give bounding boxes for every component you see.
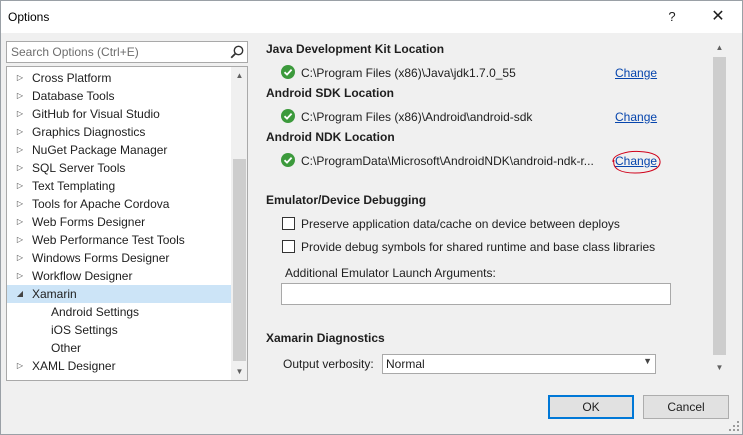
collapsed-arrow-icon[interactable]: ▷ — [15, 177, 25, 195]
tree-item-label: Database Tools — [32, 89, 115, 103]
tree-item[interactable]: ▷ Workflow Designer — [7, 267, 231, 285]
android-sdk-path: C:\Program Files (x86)\Android\android-s… — [301, 110, 533, 124]
xamarin-diagnostics-title: Xamarin Diagnostics — [266, 331, 385, 345]
tree-item-label: Graphics Diagnostics — [32, 125, 146, 139]
red-circle-annotation — [612, 150, 661, 174]
tree-item-label: Workflow Designer — [32, 269, 133, 283]
tree-item-label: Web Forms Designer — [32, 215, 146, 229]
debug-symbols-label[interactable]: Provide debug symbols for shared runtime… — [301, 240, 655, 254]
tree-item-label: Text Templating — [32, 179, 116, 193]
output-verbosity-select[interactable]: Normal ▼ — [382, 354, 656, 374]
android-ndk-title: Android NDK Location — [266, 130, 395, 144]
search-input[interactable] — [7, 42, 227, 62]
tree-item-label: Cross Platform — [32, 71, 112, 85]
collapsed-arrow-icon[interactable]: ▷ — [15, 231, 25, 249]
emulator-args-input[interactable] — [281, 283, 671, 305]
collapsed-arrow-icon[interactable]: ▷ — [15, 195, 25, 213]
tree-item[interactable]: ◢ Xamarin — [7, 285, 231, 303]
close-button[interactable]: ✕ — [701, 2, 735, 32]
collapsed-arrow-icon[interactable]: ▷ — [15, 123, 25, 141]
collapsed-arrow-icon[interactable]: ▷ — [15, 357, 25, 375]
tree-item-label: XAML Designer — [32, 359, 116, 373]
debug-symbols-checkbox[interactable] — [282, 240, 295, 253]
tree-item-label: SQL Server Tools — [32, 161, 126, 175]
tree-scrollbar[interactable]: ▲ ▼ — [231, 67, 247, 380]
settings-scrollbar[interactable]: ▲ ▼ — [711, 39, 728, 381]
tree-item-label: NuGet Package Manager — [32, 143, 168, 157]
tree-item[interactable]: ▷ Cross Platform — [7, 69, 231, 87]
tree-item[interactable]: ▷ Web Forms Designer — [7, 213, 231, 231]
help-button[interactable]: ? — [657, 2, 687, 32]
tree-item[interactable]: ▷ Database Tools — [7, 87, 231, 105]
check-icon — [281, 109, 295, 123]
tree-item-label: GitHub for Visual Studio — [32, 107, 160, 121]
collapsed-arrow-icon[interactable]: ▷ — [15, 87, 25, 105]
jdk-path: C:\Program Files (x86)\Java\jdk1.7.0_55 — [301, 66, 516, 80]
tree-item[interactable]: ▷ NuGet Package Manager — [7, 141, 231, 159]
tree-child-item[interactable]: Other — [7, 339, 231, 357]
tree-item-label: Other — [51, 341, 82, 355]
output-verbosity-value: Normal — [386, 357, 425, 371]
emulator-args-label: Additional Emulator Launch Arguments: — [285, 266, 496, 280]
tree-item[interactable]: ▷ Windows Forms Designer — [7, 249, 231, 267]
cancel-button[interactable]: Cancel — [643, 395, 729, 419]
tree-item-label: Xamarin — [32, 287, 77, 301]
collapsed-arrow-icon[interactable]: ▷ — [15, 267, 25, 285]
tree-item[interactable]: ▷ SQL Server Tools — [7, 159, 231, 177]
search-box[interactable] — [6, 41, 248, 63]
tree-item[interactable]: ▷ Web Performance Test Tools — [7, 231, 231, 249]
title-bar[interactable]: Options ? ✕ — [1, 1, 742, 33]
collapsed-arrow-icon[interactable]: ▷ — [15, 213, 25, 231]
ok-button[interactable]: OK — [548, 395, 634, 419]
tree-item-label: Tools for Apache Cordova — [32, 197, 170, 211]
preserve-data-label[interactable]: Preserve application data/cache on devic… — [301, 217, 620, 231]
scroll-thumb[interactable] — [233, 159, 246, 361]
collapsed-arrow-icon[interactable]: ▷ — [15, 159, 25, 177]
jdk-change-link[interactable]: Change — [615, 66, 657, 80]
collapsed-arrow-icon[interactable]: ▷ — [15, 249, 25, 267]
scroll-up-icon[interactable]: ▲ — [711, 39, 728, 56]
tree-item-label: Windows Forms Designer — [32, 251, 170, 265]
collapsed-arrow-icon[interactable]: ▷ — [15, 141, 25, 159]
tree-item[interactable]: ▷ XAML Designer — [7, 357, 231, 375]
tree-item-label: Web Performance Test Tools — [32, 233, 185, 247]
scroll-thumb[interactable] — [713, 57, 726, 355]
tree-item[interactable]: ▷ Graphics Diagnostics — [7, 123, 231, 141]
tree-child-item[interactable]: Android Settings — [7, 303, 231, 321]
tree-item[interactable]: ▷ GitHub for Visual Studio — [7, 105, 231, 123]
android-sdk-title: Android SDK Location — [266, 86, 394, 100]
expanded-arrow-icon[interactable]: ◢ — [15, 285, 25, 303]
options-dialog: Options ? ✕ ▷ Cross Platform ▷ Database Too… — [0, 0, 743, 435]
tree-item-label: Android Settings — [51, 305, 140, 319]
jdk-title: Java Development Kit Location — [266, 42, 445, 56]
tree-item-label: iOS Settings — [51, 323, 118, 337]
scroll-down-icon[interactable]: ▼ — [231, 363, 247, 380]
check-icon — [281, 65, 295, 79]
collapsed-arrow-icon[interactable]: ▷ — [15, 105, 25, 123]
android-sdk-change-link[interactable]: Change — [615, 110, 657, 124]
collapsed-arrow-icon[interactable]: ▷ — [15, 69, 25, 87]
tree-child-item[interactable]: iOS Settings — [7, 321, 231, 339]
preserve-data-checkbox[interactable] — [282, 217, 295, 230]
search-icon[interactable] — [229, 44, 245, 60]
emulator-debugging-title: Emulator/Device Debugging — [266, 193, 427, 207]
window-title: Options — [8, 10, 50, 24]
tree-item[interactable]: ▷ Tools for Apache Cordova — [7, 195, 231, 213]
options-tree: ▷ Cross Platform ▷ Database Tools ▷ GitHub fo… — [6, 66, 248, 381]
chevron-down-icon[interactable]: ▼ — [643, 356, 652, 366]
xamarin-android-settings: Java Development Kit Location C:\Program… — [259, 39, 729, 381]
tree-item[interactable]: ▷ Text Templating — [7, 177, 231, 195]
android-ndk-path: C:\ProgramData\Microsoft\AndroidNDK\andr… — [301, 154, 594, 168]
scroll-up-icon[interactable]: ▲ — [231, 67, 247, 84]
scroll-down-icon[interactable]: ▼ — [711, 359, 728, 376]
output-verbosity-label: Output verbosity: — [283, 357, 374, 371]
check-icon — [281, 153, 295, 167]
resize-grip-icon[interactable] — [728, 420, 740, 432]
